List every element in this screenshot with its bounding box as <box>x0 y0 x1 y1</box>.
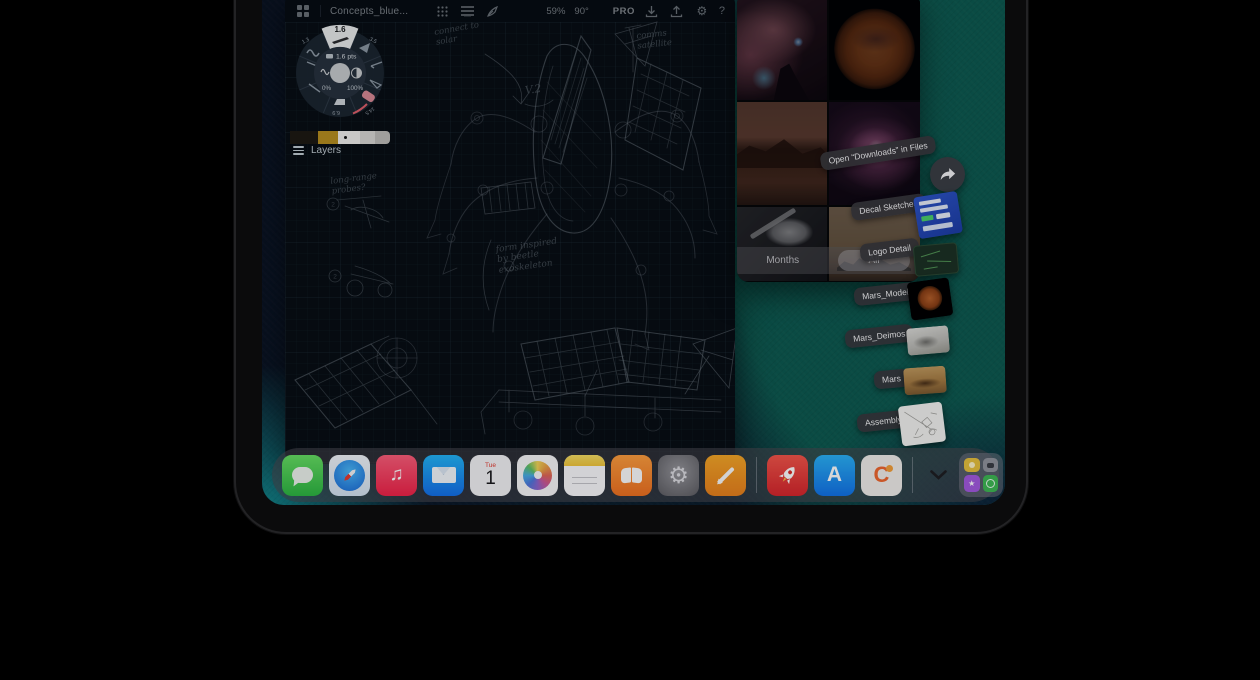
dock-app-sketch-pen[interactable] <box>705 455 746 496</box>
dock-app-books[interactable] <box>611 455 652 496</box>
dock-divider <box>756 457 757 493</box>
dock-app-app-store[interactable]: A <box>814 455 855 496</box>
forward-share-button[interactable] <box>930 157 965 192</box>
dock-app-library[interactable]: ★ <box>959 453 1003 497</box>
library-tile-yellow <box>964 458 980 472</box>
dock-app-calendar[interactable]: Tue 1 <box>470 455 511 496</box>
dock-app-safari[interactable] <box>329 455 370 496</box>
dock-app-rocket[interactable] <box>767 455 808 496</box>
chevron-down-icon <box>930 470 947 480</box>
safari-compass-icon <box>334 460 365 491</box>
dock: ♫ Tue 1 ⚙ A C <box>272 448 999 502</box>
dock-app-mail[interactable] <box>423 455 464 496</box>
dock-app-music[interactable]: ♫ <box>376 455 417 496</box>
dock-app-photos[interactable] <box>517 455 558 496</box>
drag-thumb-tan-terrain[interactable] <box>903 366 947 396</box>
messages-bubble-icon <box>292 467 313 483</box>
drag-thumb-pencil-sketch[interactable] <box>898 401 947 446</box>
settings-gear-glyph: ⚙ <box>668 462 689 489</box>
dock-chevron-button[interactable] <box>923 455 953 496</box>
library-tile-clock <box>983 475 999 492</box>
dock-app-creative-c[interactable]: C <box>861 455 902 496</box>
appstore-a-icon: A <box>827 463 842 487</box>
drop-hint-label[interactable]: Open “Downloads” in Files <box>819 135 937 171</box>
notes-lines-icon <box>572 477 597 479</box>
dock-app-notes[interactable] <box>564 455 605 496</box>
library-tile-star: ★ <box>964 475 980 492</box>
pen-glyph-icon <box>717 466 735 484</box>
drag-thumb-green-logo-sketch[interactable] <box>913 242 960 277</box>
drag-item-label[interactable]: Logo Detail <box>859 237 920 262</box>
drag-drop-layer: Open “Downloads” in Files Decal Sketches… <box>262 0 1005 505</box>
drag-thumb-mars-sphere[interactable] <box>907 277 954 320</box>
calendar-day: 1 <box>485 469 496 489</box>
drag-thumb-blue-decal-sheet[interactable] <box>913 191 963 239</box>
mail-envelope-icon <box>432 467 456 483</box>
books-open-book-icon <box>621 468 642 483</box>
dock-app-settings[interactable]: ⚙ <box>658 455 699 496</box>
c-app-icon: C <box>874 462 890 488</box>
forward-arrow-icon <box>939 167 956 182</box>
photos-flower-icon <box>523 461 552 490</box>
library-tile-camera <box>983 458 999 472</box>
stage: Concepts_blue... 59% 90° PRO <box>0 0 1260 680</box>
rocket-icon <box>771 458 805 492</box>
ipad-screen: Concepts_blue... 59% 90° PRO <box>262 0 1005 505</box>
dock-app-messages[interactable] <box>282 455 323 496</box>
dock-divider <box>912 457 913 493</box>
drag-thumb-grayscale-terrain[interactable] <box>906 325 950 356</box>
music-note-icon: ♫ <box>389 464 403 486</box>
drag-item-label[interactable]: Mars_Deimos <box>844 323 914 348</box>
